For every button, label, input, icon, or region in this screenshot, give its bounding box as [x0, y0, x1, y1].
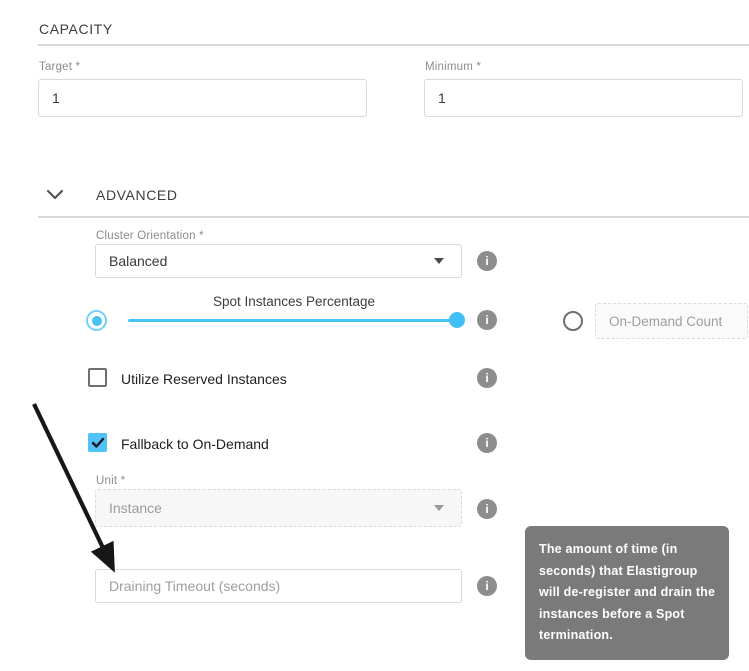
tooltip-line: will de-register and drain the: [539, 582, 715, 604]
minimum-input[interactable]: [424, 79, 743, 117]
radio-dot: [92, 316, 102, 326]
minimum-label: Minimum *: [425, 61, 481, 73]
fallback-on-demand-label: Fallback to On-Demand: [121, 436, 269, 452]
advanced-divider: [38, 216, 749, 218]
spot-percentage-label: Spot Instances Percentage: [118, 294, 470, 309]
tooltip-line: The amount of time (in: [539, 539, 715, 561]
spot-percentage-slider-handle[interactable]: [449, 312, 465, 328]
cluster-orientation-info-icon[interactable]: i: [477, 251, 497, 271]
checkmark-icon: [91, 437, 105, 449]
spot-percentage-info-icon[interactable]: i: [477, 310, 497, 330]
dropdown-caret-icon: [434, 258, 444, 264]
unit-label: Unit *: [96, 475, 125, 487]
cluster-orientation-select[interactable]: Balanced: [95, 244, 462, 278]
unit-value: Instance: [109, 500, 162, 516]
target-input[interactable]: [38, 79, 367, 117]
on-demand-count-input[interactable]: [595, 303, 748, 339]
draining-timeout-input[interactable]: [95, 569, 462, 603]
cluster-orientation-value: Balanced: [109, 253, 167, 269]
chevron-down-icon[interactable]: [46, 188, 66, 202]
dropdown-caret-icon: [434, 505, 444, 511]
cluster-orientation-label: Cluster Orientation *: [96, 230, 204, 242]
spot-percentage-slider-track[interactable]: [128, 319, 458, 322]
unit-info-icon[interactable]: i: [477, 499, 497, 519]
utilize-reserved-checkbox[interactable]: [88, 368, 107, 387]
fallback-on-demand-info-icon[interactable]: i: [477, 433, 497, 453]
fallback-on-demand-checkbox[interactable]: [88, 433, 107, 452]
on-demand-count-radio[interactable]: [563, 311, 583, 331]
draining-timeout-info-icon[interactable]: i: [477, 576, 497, 596]
utilize-reserved-label: Utilize Reserved Instances: [121, 371, 287, 387]
unit-select[interactable]: Instance: [95, 489, 462, 527]
spot-percentage-radio[interactable]: [86, 310, 107, 331]
advanced-section-title: ADVANCED: [96, 187, 178, 203]
capacity-divider: [38, 44, 749, 46]
tooltip-line: instances before a Spot: [539, 604, 715, 626]
capacity-settings-page: CAPACITY Target * Minimum * ADVANCED Clu…: [0, 0, 749, 671]
target-label: Target *: [39, 61, 80, 73]
tooltip-line: termination.: [539, 625, 715, 647]
utilize-reserved-info-icon[interactable]: i: [477, 368, 497, 388]
tooltip-line: seconds) that Elastigroup: [539, 561, 715, 583]
draining-timeout-tooltip: The amount of time (in seconds) that Ela…: [525, 526, 729, 660]
capacity-section-title: CAPACITY: [39, 21, 113, 37]
